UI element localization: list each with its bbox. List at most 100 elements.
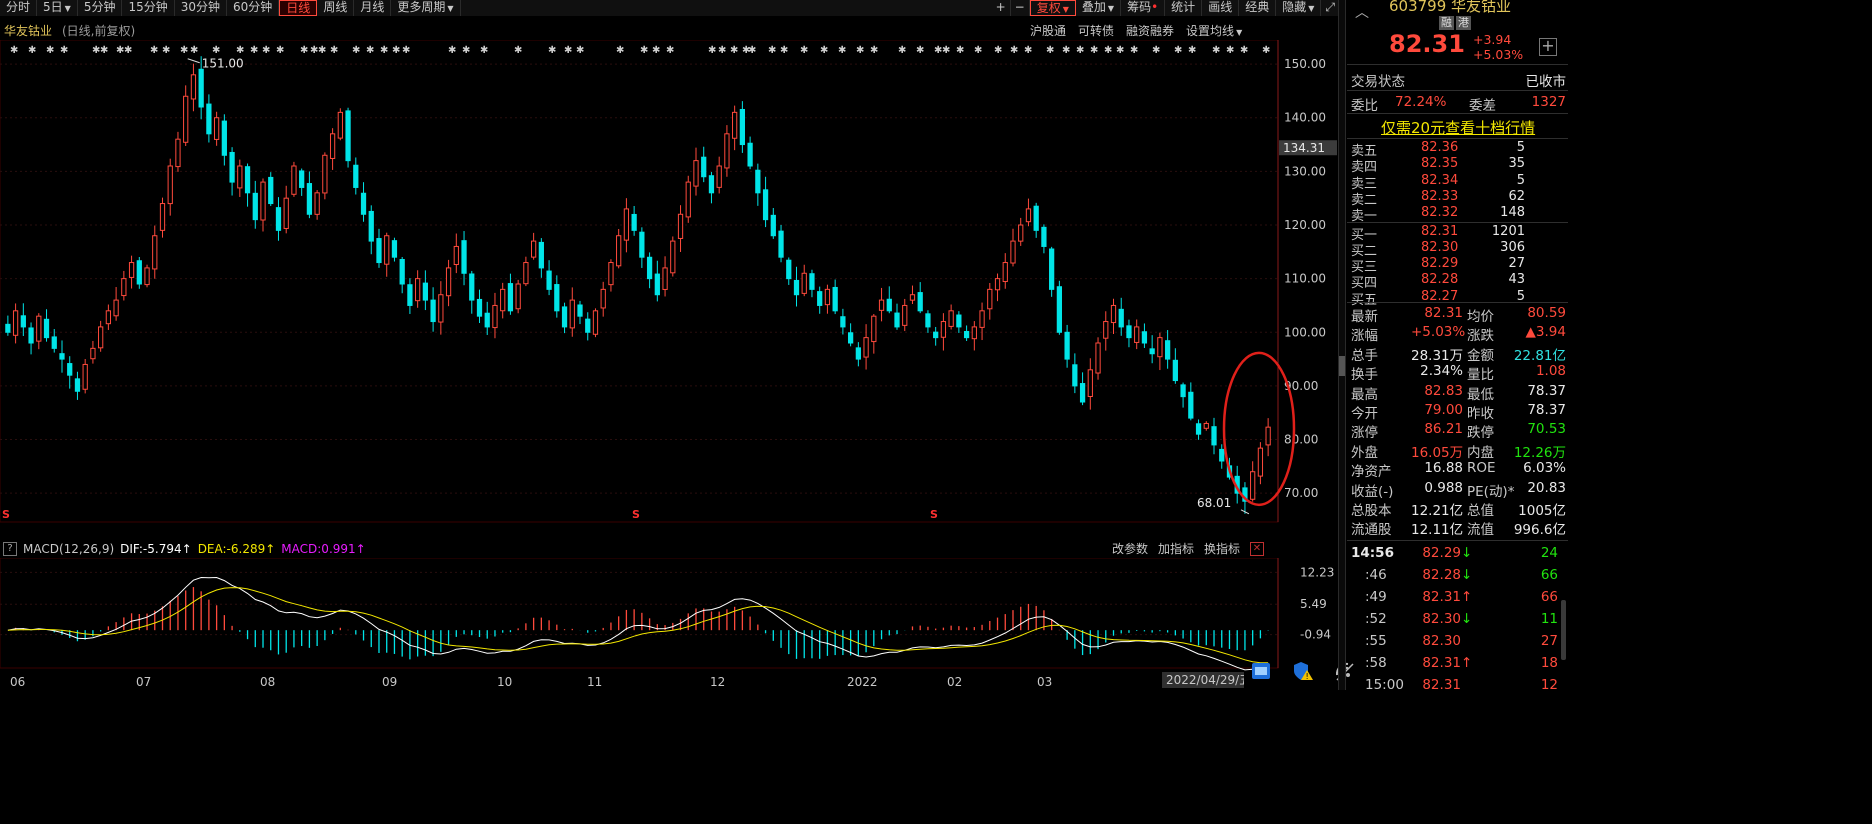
shield-warning-icon[interactable]: ! <box>1292 660 1314 682</box>
toolbar-right-button-5[interactable]: 统计 <box>1165 0 1203 16</box>
info-marker[interactable]: ✱ <box>748 45 756 56</box>
convertible-bond-button[interactable]: 可转债 <box>1078 22 1114 39</box>
info-marker[interactable]: ✱ <box>236 45 244 56</box>
toolbar-right-button-7[interactable]: 经典 <box>1239 0 1277 16</box>
toolbar-right-button-3[interactable]: 叠加 ▼ <box>1076 0 1122 16</box>
tick-scrollbar[interactable] <box>1561 600 1566 660</box>
info-marker[interactable]: ✱ <box>1046 45 1054 56</box>
ask-level-row[interactable]: 卖四 82.35 35 <box>1351 156 1566 175</box>
info-marker[interactable]: ✱ <box>838 45 846 56</box>
info-marker[interactable]: ✱ <box>640 45 648 56</box>
ask-level-row[interactable]: 卖二 82.33 62 <box>1351 189 1566 208</box>
info-marker[interactable]: ✱ <box>462 45 470 56</box>
info-marker[interactable]: ✱ <box>708 45 716 56</box>
add-indicator-button[interactable]: 加指标 <box>1158 540 1194 557</box>
app-window-icon[interactable] <box>1250 660 1272 682</box>
info-marker[interactable]: ✱ <box>780 45 788 56</box>
toolbar-right-button-8[interactable]: 隐藏 ▼ <box>1276 0 1322 16</box>
info-marker[interactable]: ✱ <box>300 45 308 56</box>
info-marker[interactable]: ✱ <box>1104 45 1112 56</box>
info-marker[interactable]: ✱ <box>180 45 188 56</box>
ask-level-row[interactable]: 卖三 82.34 5 <box>1351 173 1566 192</box>
info-marker[interactable]: ✱ <box>870 45 878 56</box>
info-marker[interactable]: ✱ <box>1174 45 1182 56</box>
help-icon[interactable]: ? <box>3 542 17 556</box>
toolbar-right-button-0[interactable]: + <box>992 0 1011 16</box>
period-button-0[interactable]: 分时 <box>0 0 38 16</box>
event-marker[interactable]: S <box>2 508 10 521</box>
info-marker[interactable]: ✱ <box>448 45 456 56</box>
info-marker[interactable]: ✱ <box>616 45 624 56</box>
change-params-button[interactable]: 改参数 <box>1112 540 1148 557</box>
info-marker[interactable]: ✱ <box>250 45 258 56</box>
info-marker[interactable]: ✱ <box>124 45 132 56</box>
info-marker[interactable]: ✱ <box>730 45 738 56</box>
toolbar-right-button-4[interactable]: 筹码• <box>1121 0 1166 16</box>
info-marker[interactable]: ✱ <box>1226 45 1234 56</box>
info-marker[interactable]: ✱ <box>1188 45 1196 56</box>
info-marker[interactable]: ✱ <box>718 45 726 56</box>
info-marker[interactable]: ✱ <box>564 45 572 56</box>
info-marker[interactable]: ✱ <box>652 45 660 56</box>
info-marker[interactable]: ✱ <box>1152 45 1160 56</box>
info-marker[interactable]: ✱ <box>1076 45 1084 56</box>
info-marker[interactable]: ✱ <box>820 45 828 56</box>
panel-splitter[interactable] <box>1338 0 1346 690</box>
bid-level-row[interactable]: 买二 82.30 306 <box>1351 240 1566 259</box>
bid-level-row[interactable]: 买三 82.29 27 <box>1351 256 1566 275</box>
info-marker[interactable]: ✱ <box>856 45 864 56</box>
info-marker[interactable]: ✱ <box>942 45 950 56</box>
info-marker[interactable]: ✱ <box>576 45 584 56</box>
info-marker[interactable]: ✱ <box>1116 45 1124 56</box>
event-marker[interactable]: S <box>632 508 640 521</box>
info-marker[interactable]: ✱ <box>1062 45 1070 56</box>
info-marker[interactable]: ✱ <box>330 45 338 56</box>
ask-level-row[interactable]: 卖一 82.32 148 <box>1351 205 1566 224</box>
info-marker[interactable]: ✱ <box>1010 45 1018 56</box>
info-marker[interactable]: ✱ <box>60 45 68 56</box>
hk-connect-button[interactable]: 沪股通 <box>1030 22 1066 39</box>
period-button-7[interactable]: 周线 <box>317 0 355 16</box>
info-marker[interactable]: ✱ <box>480 45 488 56</box>
period-button-1[interactable]: 5日 ▼ <box>37 0 78 16</box>
info-marker[interactable]: ✱ <box>380 45 388 56</box>
info-marker[interactable]: ✱ <box>150 45 158 56</box>
close-icon[interactable]: ✕ <box>1250 541 1264 556</box>
info-marker[interactable]: ✱ <box>276 45 284 56</box>
info-marker[interactable]: ✱ <box>212 45 220 56</box>
info-marker[interactable]: ✱ <box>402 45 410 56</box>
info-marker[interactable]: ✱ <box>994 45 1002 56</box>
info-marker[interactable]: ✱ <box>366 45 374 56</box>
period-button-3[interactable]: 15分钟 <box>122 0 175 16</box>
info-marker[interactable]: ✱ <box>898 45 906 56</box>
info-marker[interactable]: ✱ <box>1024 45 1032 56</box>
toolbar-right-button-6[interactable]: 画线 <box>1202 0 1240 16</box>
info-marker[interactable]: ✱ <box>1130 45 1138 56</box>
info-marker[interactable]: ✱ <box>100 45 108 56</box>
splitter-grip[interactable] <box>1339 356 1345 376</box>
info-marker[interactable]: ✱ <box>1090 45 1098 56</box>
period-button-5[interactable]: 60分钟 <box>227 0 280 16</box>
info-marker[interactable]: ✱ <box>768 45 776 56</box>
level2-promo-link[interactable]: 仅需20元查看十档行情 <box>1381 117 1535 138</box>
info-marker[interactable]: ✱ <box>1212 45 1220 56</box>
period-button-6[interactable]: 日线 <box>279 0 318 16</box>
info-marker[interactable]: ✱ <box>1240 45 1248 56</box>
bid-level-row[interactable]: 买一 82.31 1201 <box>1351 224 1566 243</box>
info-marker[interactable]: ✱ <box>800 45 808 56</box>
switch-indicator-button[interactable]: 换指标 <box>1204 540 1240 557</box>
ask-level-row[interactable]: 卖五 82.36 5 <box>1351 140 1566 159</box>
period-button-2[interactable]: 5分钟 <box>78 0 123 16</box>
macd-chart[interactable]: 12.23 5.49 -0.94 06 07 08 09 10 11 12 2022 02 03 <box>0 558 1338 690</box>
info-marker[interactable]: ✱ <box>352 45 360 56</box>
info-marker[interactable]: ✱ <box>1262 45 1270 56</box>
chevron-up-icon[interactable]: ︿ <box>1355 2 1369 22</box>
info-marker[interactable]: ✱ <box>514 45 522 56</box>
period-button-4[interactable]: 30分钟 <box>175 0 228 16</box>
candlestick-chart[interactable]: 150.00140.00130.00120.00110.00100.0090.0… <box>0 40 1338 540</box>
event-marker[interactable]: S <box>930 508 938 521</box>
info-marker[interactable]: ✱ <box>10 45 18 56</box>
period-button-8[interactable]: 月线 <box>354 0 392 16</box>
info-marker[interactable]: ✱ <box>162 45 170 56</box>
toolbar-right-button-2[interactable]: 复权 ▼ <box>1029 0 1076 16</box>
